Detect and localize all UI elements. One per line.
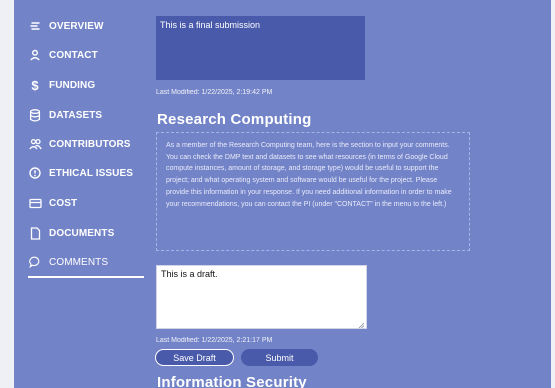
sidebar-item-datasets[interactable]: DATASETS [28, 105, 102, 125]
comment-icon [28, 255, 42, 269]
sidebar-item-overview[interactable]: OVERVIEW [28, 16, 104, 36]
sidebar-item-contact[interactable]: CONTACT [28, 45, 98, 65]
draft-text: This is a draft. [161, 269, 218, 279]
alert-circle-icon [28, 166, 42, 180]
database-icon [28, 108, 42, 122]
sidebar-item-label: CONTRIBUTORS [49, 138, 131, 150]
final-submission-text: This is a final submission [160, 20, 261, 30]
sidebar-item-funding[interactable]: $ FUNDING [28, 75, 95, 95]
main-content: This is a final submission Last Modified… [146, 0, 551, 388]
card-icon [28, 196, 42, 210]
resize-grip-icon[interactable] [358, 320, 365, 329]
submit-button[interactable]: Submit [241, 349, 318, 366]
draft-last-modified: Last Modified: 1/22/2025, 2:21:17 PM [156, 337, 273, 344]
sidebar-item-label: DATASETS [49, 109, 103, 121]
sidebar-item-label: COMMENTS [49, 256, 109, 268]
sidebar-item-label: DOCUMENTS [49, 227, 115, 239]
document-icon [28, 226, 42, 240]
instructions-notice: As a member of the Research Computing te… [156, 132, 470, 251]
list-icon [28, 19, 42, 33]
dollar-icon: $ [31, 77, 39, 93]
sidebar-item-label: COST [49, 197, 78, 209]
save-draft-button[interactable]: Save Draft [155, 349, 234, 366]
sidebar-item-label: CONTACT [49, 49, 98, 61]
sidebar-item-contributors[interactable]: CONTRIBUTORS [28, 134, 131, 154]
final-last-modified: Last Modified: 1/22/2025, 2:19:42 PM [156, 89, 273, 96]
left-edge [0, 0, 14, 388]
sidebar-item-cost[interactable]: COST [28, 193, 77, 213]
sidebar-item-ethical-issues[interactable]: ETHICAL ISSUES [28, 163, 133, 183]
section-title-research-computing: Research Computing [157, 111, 312, 128]
right-edge [551, 0, 555, 388]
sidebar-item-documents[interactable]: DOCUMENTS [28, 223, 114, 243]
comment-textarea[interactable]: This is a draft. [156, 265, 367, 329]
sidebar-item-label: FUNDING [49, 79, 96, 91]
final-submission-field[interactable]: This is a final submission [156, 16, 365, 80]
active-indicator [28, 276, 144, 278]
sidebar-nav: OVERVIEW CONTACT $ FUNDING DATASETS CONT… [14, 0, 146, 388]
section-title-information-security: Information Security [157, 374, 307, 388]
sidebar-item-label: OVERVIEW [49, 20, 104, 32]
app-window: OVERVIEW CONTACT $ FUNDING DATASETS CONT… [0, 0, 555, 388]
sidebar-item-comments[interactable]: COMMENTS [28, 252, 108, 272]
sidebar-item-label: ETHICAL ISSUES [49, 167, 134, 179]
person-icon [28, 48, 42, 62]
people-icon [28, 137, 42, 151]
